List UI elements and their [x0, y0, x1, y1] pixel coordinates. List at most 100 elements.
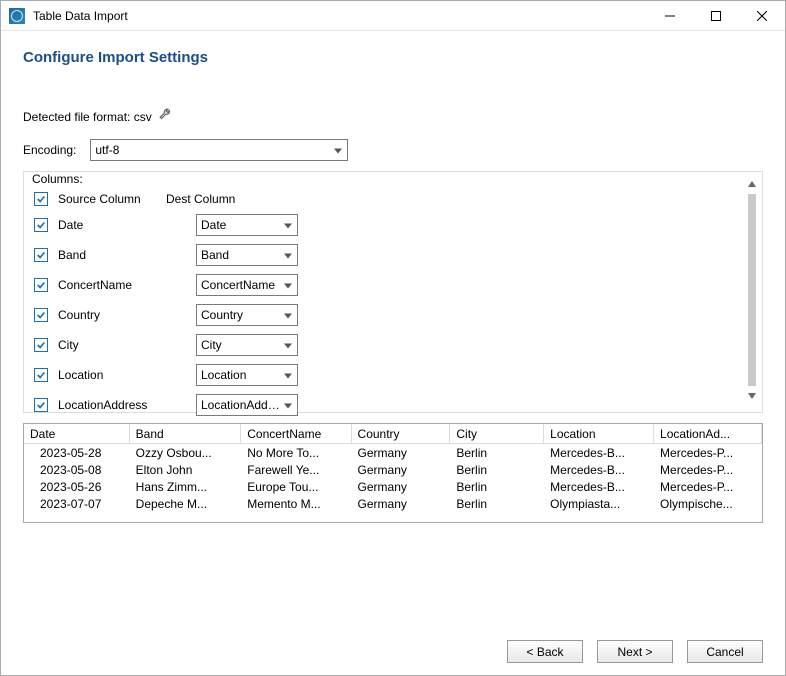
preview-cell: Berlin — [450, 495, 544, 512]
column-checkbox[interactable] — [34, 278, 48, 292]
dest-column-select[interactable] — [196, 364, 298, 386]
content: Configure Import Settings Detected file … — [1, 31, 785, 675]
preview-body: 2023-05-28Ozzy Osbou...No More To...Germ… — [24, 444, 762, 512]
source-column-label: LocationAddress — [58, 398, 196, 412]
preview-cell: Germany — [352, 495, 451, 512]
column-checkbox[interactable] — [34, 398, 48, 412]
preview-row[interactable]: 2023-05-28Ozzy Osbou...No More To...Germ… — [24, 444, 762, 461]
dest-column-select-wrap — [196, 244, 298, 266]
preview-cell: Europe Tou... — [241, 478, 351, 495]
preview-cell: Memento M... — [241, 495, 351, 512]
scroll-down-icon[interactable] — [744, 388, 760, 404]
column-row: Band — [34, 240, 736, 270]
dest-column-select-wrap — [196, 304, 298, 326]
button-bar: < Back Next > Cancel — [23, 594, 763, 663]
column-row: LocationAddress — [34, 390, 736, 416]
source-column-label: Country — [58, 308, 196, 322]
source-column-label: ConcertName — [58, 278, 196, 292]
dest-column-select[interactable] — [196, 334, 298, 356]
preview-cell: Berlin — [450, 478, 544, 495]
preview-cell: 2023-07-07 — [24, 495, 130, 512]
column-row: Location — [34, 360, 736, 390]
select-all-checkbox[interactable] — [34, 192, 48, 206]
scroll-thumb[interactable] — [748, 194, 756, 386]
preview-column-header[interactable]: Date — [24, 424, 130, 444]
preview-cell: No More To... — [241, 444, 351, 461]
dest-column-select[interactable] — [196, 274, 298, 296]
column-checkbox[interactable] — [34, 218, 48, 232]
preview-cell: Hans Zimm... — [130, 478, 242, 495]
dest-column-select-wrap — [196, 394, 298, 416]
preview-header-row: DateBandConcertNameCountryCityLocationLo… — [24, 424, 762, 444]
preview-table: DateBandConcertNameCountryCityLocationLo… — [24, 424, 762, 512]
column-checkbox[interactable] — [34, 368, 48, 382]
preview-cell: Germany — [352, 461, 451, 478]
close-button[interactable] — [739, 1, 785, 31]
dest-column-select[interactable] — [196, 214, 298, 236]
preview-cell: 2023-05-08 — [24, 461, 130, 478]
column-row: Country — [34, 300, 736, 330]
preview-row[interactable]: 2023-07-07Depeche M...Memento M...German… — [24, 495, 762, 512]
preview-column-header[interactable]: Country — [352, 424, 451, 444]
preview-box: DateBandConcertNameCountryCityLocationLo… — [23, 423, 763, 523]
wrench-icon[interactable] — [158, 108, 172, 125]
preview-cell: Mercedes-P... — [654, 444, 762, 461]
preview-cell: 2023-05-28 — [24, 444, 130, 461]
page-title: Configure Import Settings — [23, 49, 763, 66]
back-button[interactable]: < Back — [507, 640, 583, 663]
preview-column-header[interactable]: City — [450, 424, 544, 444]
preview-cell: Berlin — [450, 461, 544, 478]
preview-cell: Mercedes-B... — [544, 461, 654, 478]
minimize-button[interactable] — [647, 1, 693, 31]
preview-column-header[interactable]: LocationAd... — [654, 424, 762, 444]
preview-cell: Mercedes-B... — [544, 478, 654, 495]
encoding-label: Encoding: — [23, 143, 76, 157]
preview-column-header[interactable]: ConcertName — [241, 424, 351, 444]
columns-header-row: Source Column Dest Column — [34, 188, 736, 210]
preview-cell: Mercedes-B... — [544, 444, 654, 461]
preview-row[interactable]: 2023-05-08Elton JohnFarewell Ye...German… — [24, 461, 762, 478]
encoding-select[interactable] — [90, 139, 348, 161]
dest-column-select[interactable] — [196, 304, 298, 326]
column-checkbox[interactable] — [34, 248, 48, 262]
preview-cell: Olympiasta... — [544, 495, 654, 512]
detected-format-label: Detected file format: csv — [23, 110, 152, 124]
preview-cell: Ozzy Osbou... — [130, 444, 242, 461]
preview-column-header[interactable]: Location — [544, 424, 654, 444]
preview-cell: Olympische... — [654, 495, 762, 512]
window: Table Data Import Configure Import Setti… — [0, 0, 786, 676]
encoding-row: Encoding: — [23, 139, 763, 161]
preview-column-header[interactable]: Band — [130, 424, 242, 444]
preview-cell: Mercedes-P... — [654, 461, 762, 478]
source-column-label: Location — [58, 368, 196, 382]
source-column-header: Source Column — [58, 192, 166, 206]
column-checkbox[interactable] — [34, 308, 48, 322]
columns-scrollbar[interactable] — [744, 176, 760, 404]
source-column-label: Date — [58, 218, 196, 232]
dest-column-select[interactable] — [196, 244, 298, 266]
scroll-up-icon[interactable] — [744, 176, 760, 192]
app-icon — [9, 8, 25, 24]
columns-inner: Source Column Dest Column Date Band Concer… — [24, 186, 762, 416]
dest-column-select-wrap — [196, 274, 298, 296]
columns-title: Columns: — [24, 172, 83, 186]
window-title: Table Data Import — [33, 9, 128, 23]
source-column-label: Band — [58, 248, 196, 262]
next-button[interactable]: Next > — [597, 640, 673, 663]
columns-list: DateBandConcertNameCountryCityLocationLo… — [34, 210, 736, 416]
preview-cell: Farewell Ye... — [241, 461, 351, 478]
maximize-button[interactable] — [693, 1, 739, 31]
preview-cell: Depeche M... — [130, 495, 242, 512]
column-row: ConcertName — [34, 270, 736, 300]
cancel-button[interactable]: Cancel — [687, 640, 763, 663]
preview-cell: Mercedes-P... — [654, 478, 762, 495]
preview-cell: Germany — [352, 478, 451, 495]
columns-box: Columns: Source Column Dest Column Date B… — [23, 171, 763, 413]
column-checkbox[interactable] — [34, 338, 48, 352]
dest-column-header: Dest Column — [166, 192, 235, 206]
dest-column-select[interactable] — [196, 394, 298, 416]
preview-row[interactable]: 2023-05-26Hans Zimm...Europe Tou...Germa… — [24, 478, 762, 495]
preview-cell: Germany — [352, 444, 451, 461]
column-row: Date — [34, 210, 736, 240]
dest-column-select-wrap — [196, 214, 298, 236]
